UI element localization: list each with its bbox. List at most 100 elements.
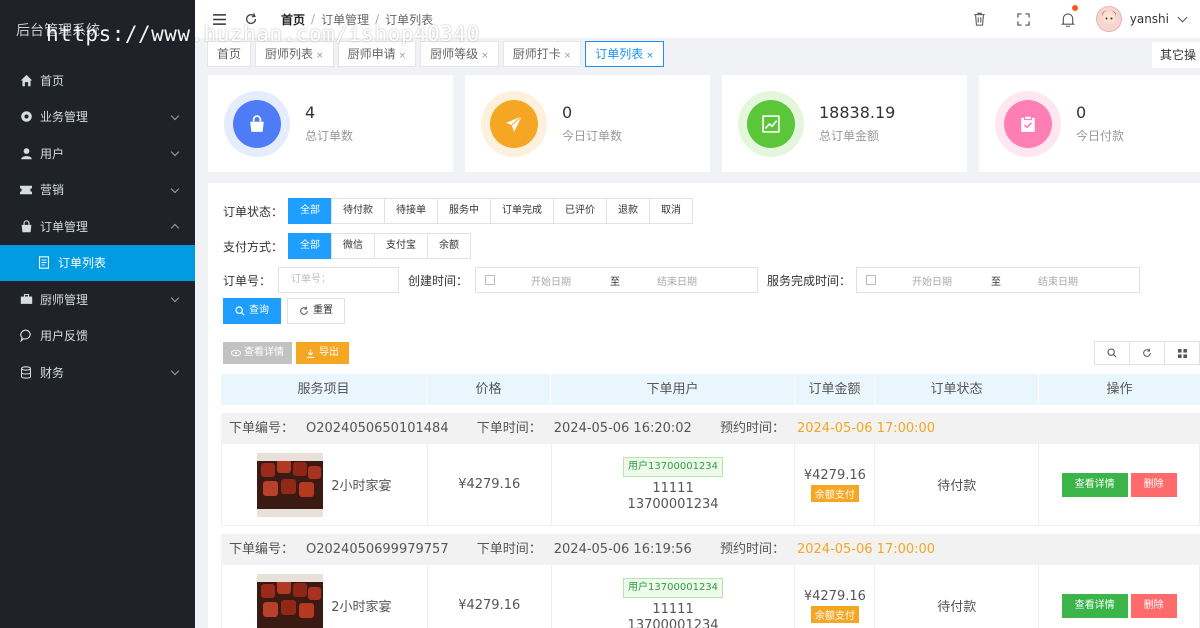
order-time: 2024-05-06 16:20:02 [553, 421, 692, 436]
username[interactable]: yanshi [1130, 12, 1169, 26]
stat-value: 18838.19 [819, 103, 896, 122]
calendar-icon [485, 275, 495, 285]
filter-label: 支付方式： [223, 239, 284, 254]
actions-cell: 查看详情 删除 [1039, 444, 1200, 525]
avatar[interactable] [1095, 6, 1122, 32]
tab-order-list[interactable]: 订单列表 × [585, 41, 664, 67]
download-icon [306, 348, 315, 358]
sidebar-item-label: 用户 [40, 146, 65, 161]
order-row: 下单编号： O2024050650101484 下单时间： 2024-05-06 1… [221, 413, 1200, 526]
order-header: 下单编号： O2024050699979757 下单时间： 2024-05-06 1… [221, 534, 1200, 565]
delete-button[interactable]: 删除 [1130, 472, 1177, 497]
pay-option[interactable]: 余额 [427, 233, 471, 259]
order-time: 2024-05-06 16:19:56 [553, 542, 692, 557]
table-tools [1094, 341, 1200, 365]
status-option[interactable]: 待接单 [384, 198, 438, 224]
bag-icon [233, 99, 281, 148]
filter-label: 订单号： [223, 273, 272, 288]
close-icon[interactable]: × [564, 51, 572, 61]
booking-time: 2024-05-06 17:00:00 [796, 421, 936, 436]
status-option[interactable]: 订单完成 [490, 198, 554, 224]
bell-icon[interactable] [1046, 0, 1090, 38]
pay-filter-group: 全部 微信 支付宝 余额 [288, 233, 471, 259]
view-details-button[interactable]: 查看详情 [1061, 593, 1128, 618]
view-details-button[interactable]: 查看详情 [223, 342, 292, 364]
eye-icon [231, 349, 241, 357]
table-header: 服务项目 价格 下单用户 订单金额 订单状态 操作 [221, 374, 1200, 405]
status-option[interactable]: 已评价 [553, 198, 607, 224]
sidebar-item-order-list[interactable]: 订单列表 [0, 244, 195, 281]
status-option[interactable]: 取消 [649, 198, 693, 224]
refresh-icon [300, 306, 308, 315]
status-option[interactable]: 退款 [606, 198, 650, 224]
end-date-input[interactable]: 结束日期 [657, 273, 697, 288]
tab-chef-checkin[interactable]: 厨师打卡 × [502, 41, 582, 67]
sidebar-item-orders[interactable]: 订单管理 [0, 208, 195, 245]
stat-value: 0 [1076, 103, 1087, 122]
stat-value: 0 [562, 103, 573, 122]
sidebar-item-marketing[interactable]: 营销 [0, 172, 195, 209]
status-option[interactable]: 服务中 [437, 198, 491, 224]
close-icon[interactable]: × [481, 51, 489, 61]
close-icon[interactable]: × [316, 51, 324, 61]
start-date-input[interactable]: 开始日期 [912, 273, 952, 288]
search-buttons: 查询 重置 [223, 298, 345, 324]
price-cell: ¥4279.16 [428, 444, 552, 525]
status-filter-row: 订单状态： 全部 待付款 待接单 服务中 订单完成 已评价 退款 取消 [223, 198, 693, 224]
chevron-down-icon[interactable] [1177, 12, 1188, 22]
search-icon[interactable] [1094, 341, 1130, 365]
sidebar-item-label: 厨师管理 [40, 292, 89, 307]
view-details-button[interactable]: 查看详情 [1061, 472, 1128, 497]
stat-label: 总订单金额 [819, 129, 880, 143]
end-date-input[interactable]: 结束日期 [1038, 273, 1078, 288]
order-body: 2小时家宴 ¥4279.16 用户13700001234 11111 13700… [221, 565, 1200, 628]
status-option[interactable]: 全部 [288, 198, 332, 224]
ticket-icon [18, 182, 34, 198]
filter-label: 创建时间： [408, 273, 469, 288]
sidebar-item-user[interactable]: 用户 [0, 135, 195, 172]
reset-button[interactable]: 重置 [287, 298, 345, 324]
refresh-icon[interactable] [1129, 341, 1165, 365]
order-header: 下单编号： O2024050650101484 下单时间： 2024-05-06 1… [221, 413, 1200, 444]
user-cell: 用户13700001234 11111 13700001234 [552, 444, 796, 525]
sidebar-item-business[interactable]: 业务管理 [0, 99, 195, 136]
pay-option[interactable]: 支付宝 [374, 233, 428, 259]
pay-option[interactable]: 微信 [331, 233, 375, 259]
pay-option[interactable]: 全部 [288, 233, 332, 259]
sidebar-item-chefs[interactable]: 厨师管理 [0, 281, 195, 318]
created-date-range[interactable]: 开始日期 至 结束日期 [475, 267, 758, 293]
trash-icon[interactable] [958, 0, 1002, 38]
sidebar-item-label: 订单列表 [58, 256, 107, 271]
chevron-down-icon [170, 366, 180, 376]
tabs-more-button[interactable]: 其它操 [1151, 42, 1200, 68]
start-date-input[interactable]: 开始日期 [531, 273, 571, 288]
sidebar-item-finance[interactable]: 财务 [0, 354, 195, 391]
range-separator: 至 [610, 276, 620, 288]
sidebar-item-home[interactable]: 首页 [0, 62, 195, 99]
stat-card-today-payment: 0 今日付款 [979, 75, 1200, 172]
close-icon[interactable]: × [399, 51, 407, 61]
sidebar-item-feedback[interactable]: 用户反馈 [0, 318, 195, 355]
fullscreen-icon[interactable] [1002, 0, 1046, 38]
grid-icon[interactable] [1164, 341, 1200, 365]
order-panel: 订单状态： 全部 待付款 待接单 服务中 订单完成 已评价 退款 取消 支付方式… [208, 183, 1200, 628]
order-no-input[interactable]: 订单号： [278, 267, 399, 293]
gear-icon [18, 109, 34, 125]
stat-label: 今日订单数 [562, 129, 623, 143]
service-name: 2小时家宴 [331, 600, 392, 615]
close-icon[interactable]: × [646, 51, 654, 61]
column-header: 服务项目 [221, 374, 427, 405]
export-button[interactable]: 导出 [296, 342, 349, 364]
main-area: 首页 / 订单管理 / 订单列表 yanshi 首页 厨师列表 × 厨师申请 ×… [195, 0, 1200, 628]
status-option[interactable]: 待付款 [331, 198, 385, 224]
stat-cards: 4 总订单数 0 今日订单数 18838.19 总订单金额 0 今日付款 [208, 75, 1200, 172]
finished-date-range[interactable]: 开始日期 至 结束日期 [856, 267, 1140, 293]
amount-cell: ¥4279.16 余额支付 [795, 444, 876, 525]
chevron-down-icon [170, 111, 180, 120]
service-cell: 2小时家宴 [222, 444, 428, 525]
range-separator: 至 [991, 276, 1001, 288]
status-filter-group: 全部 待付款 待接单 服务中 订单完成 已评价 退款 取消 [288, 198, 693, 224]
chevron-down-icon [170, 293, 180, 303]
search-button[interactable]: 查询 [223, 298, 281, 324]
delete-button[interactable]: 删除 [1130, 593, 1177, 618]
